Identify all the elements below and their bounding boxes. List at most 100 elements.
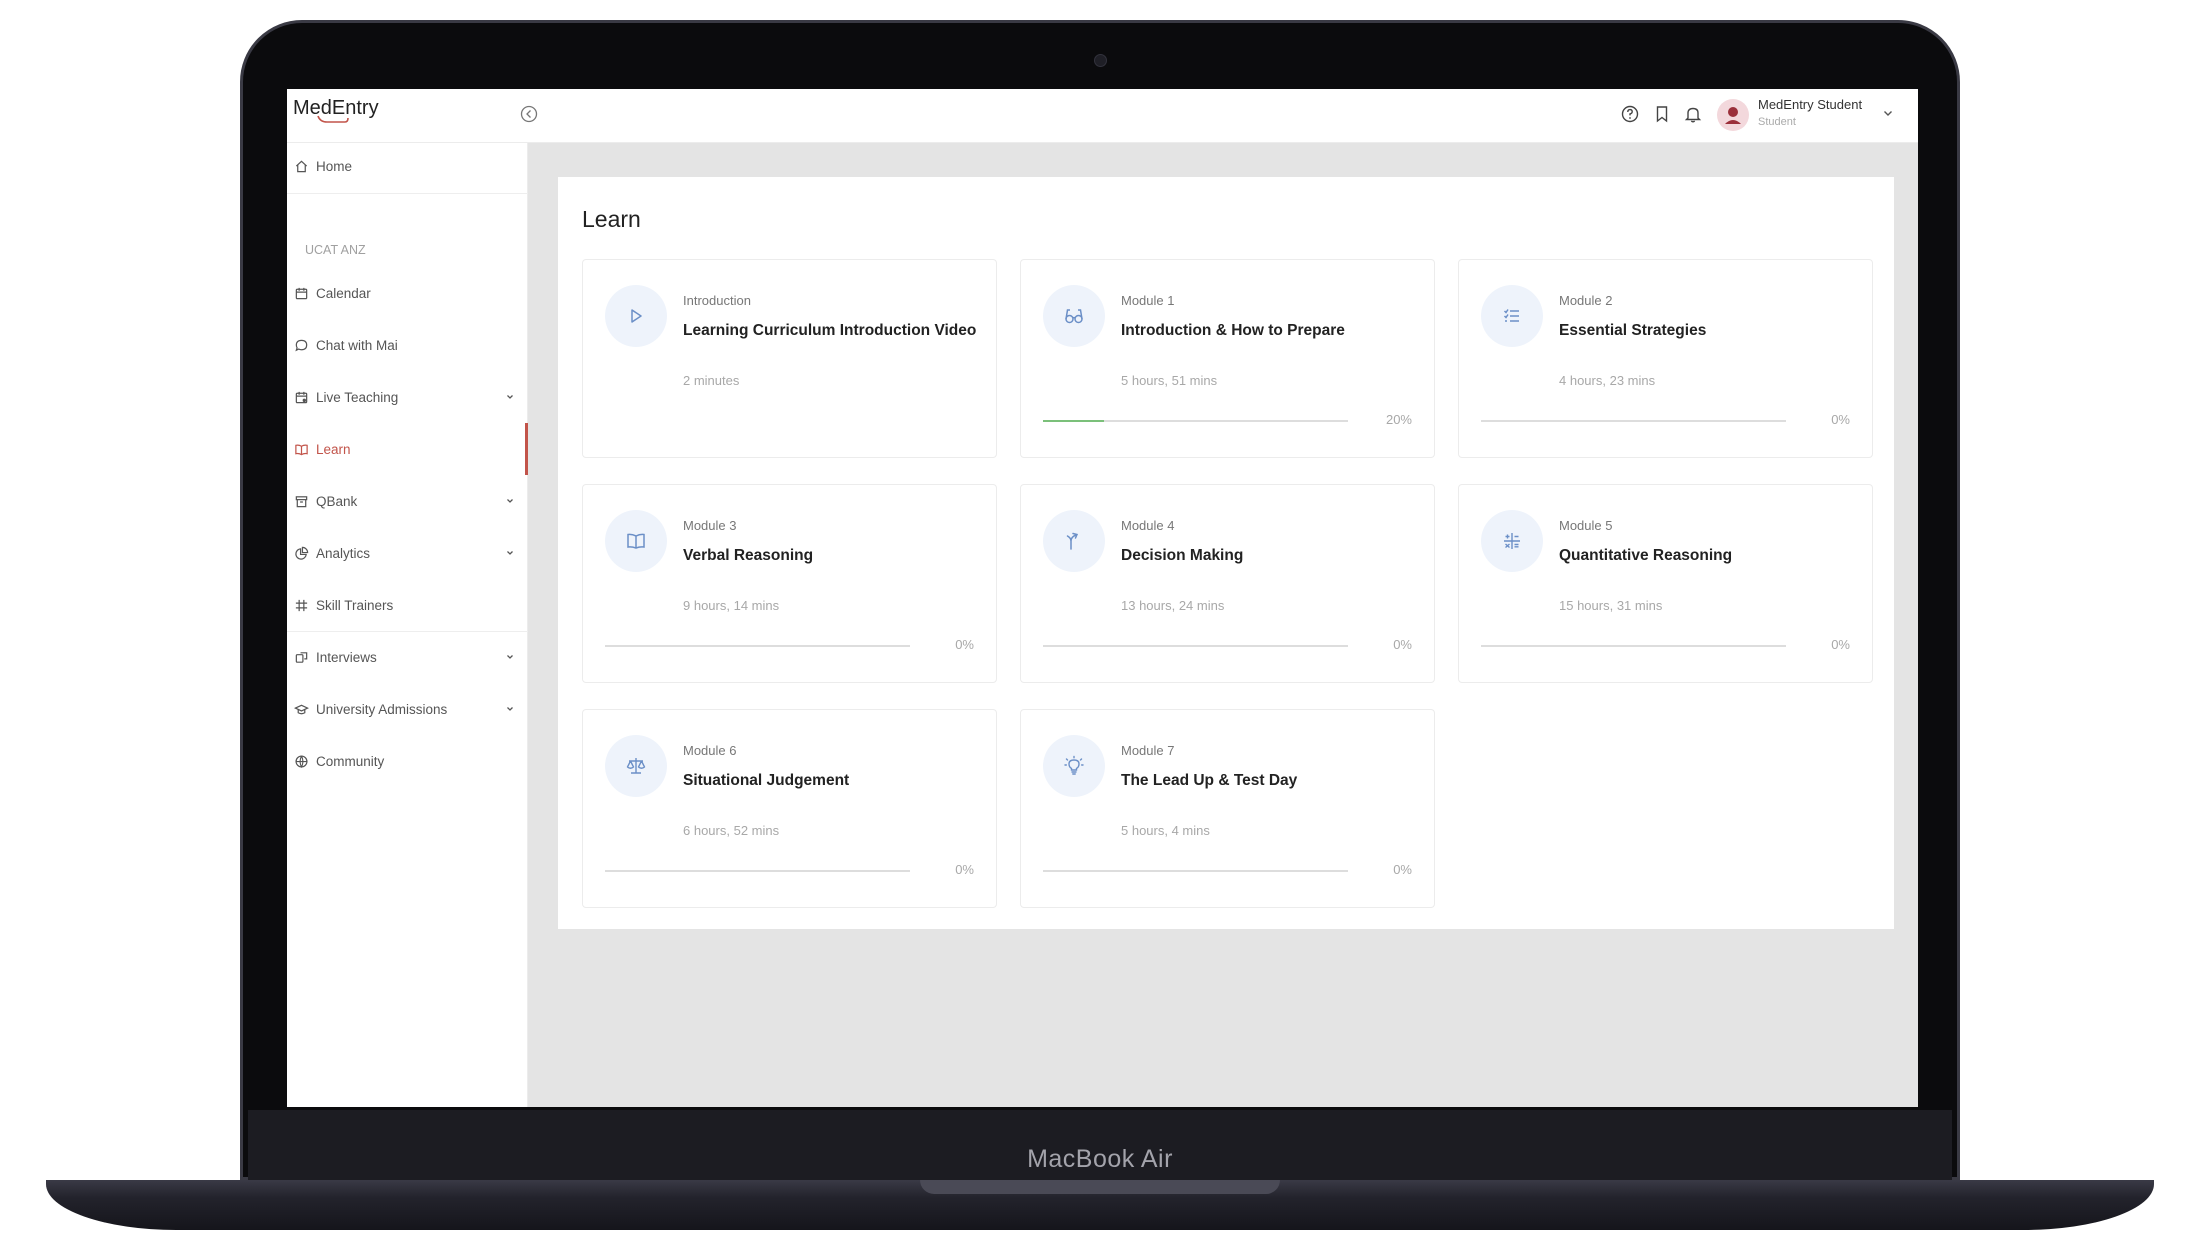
chevron-down-icon: [507, 655, 513, 659]
sidebar-item-university-admissions[interactable]: University Admissions: [287, 686, 528, 732]
bell-icon[interactable]: [1682, 103, 1704, 125]
module-icon-badge: [605, 510, 667, 572]
logo-swoosh-icon: [317, 115, 349, 123]
chat-icon: [295, 339, 308, 351]
chevron-down-icon: [507, 395, 513, 399]
progress-percent: 0%: [1393, 637, 1412, 652]
module-card-4[interactable]: Module 4 Decision Making 13 hours, 24 mi…: [1020, 484, 1435, 683]
chevron-down-icon: [507, 551, 513, 555]
module-card-introduction[interactable]: Introduction Learning Curriculum Introdu…: [582, 259, 997, 458]
collapse-sidebar-icon[interactable]: [518, 103, 540, 125]
sidebar: Home UCAT ANZ Calendar Chat with Mai Liv…: [287, 143, 528, 1107]
progress-percent: 0%: [1831, 412, 1850, 427]
module-card-5[interactable]: Module 5 Quantitative Reasoning 15 hours…: [1458, 484, 1873, 683]
module-title: The Lead Up & Test Day: [1121, 772, 1298, 789]
progress-fill: [1043, 420, 1104, 422]
module-icon-badge: [1481, 285, 1543, 347]
sidebar-item-label: Learn: [316, 441, 351, 457]
module-label: Module 4: [1121, 518, 1175, 533]
progress-bar: [1043, 645, 1348, 647]
home-icon: [295, 160, 308, 172]
sidebar-item-live-teaching[interactable]: Live Teaching: [287, 374, 528, 420]
sidebar-item-label: Live Teaching: [316, 389, 399, 405]
module-card-3[interactable]: Module 3 Verbal Reasoning 9 hours, 14 mi…: [582, 484, 997, 683]
sidebar-item-learn[interactable]: Learn: [287, 423, 528, 475]
module-duration: 13 hours, 24 mins: [1121, 598, 1225, 613]
play-icon: [631, 309, 642, 323]
sidebar-item-skill-trainers[interactable]: Skill Trainers: [287, 582, 528, 628]
graduation-cap-icon: [294, 704, 309, 714]
progress-percent: 0%: [1393, 862, 1412, 877]
sidebar-item-label: Analytics: [316, 545, 371, 561]
sidebar-item-home[interactable]: Home: [287, 143, 528, 189]
module-title: Introduction & How to Prepare: [1121, 322, 1345, 339]
sidebar-item-chat-with-mai[interactable]: Chat with Mai: [287, 322, 528, 368]
module-duration: 2 minutes: [683, 373, 740, 388]
calculator-icon: [1504, 533, 1520, 549]
top-bar: MedEntry MedEntry Student Student: [287, 89, 1918, 143]
sidebar-item-label: Chat with Mai: [316, 337, 398, 353]
progress-bar: [1481, 645, 1786, 647]
module-title: Decision Making: [1121, 547, 1244, 564]
sidebar-item-analytics[interactable]: Analytics: [287, 530, 528, 576]
sidebar-divider: [287, 631, 528, 632]
module-card-2[interactable]: Module 2 Essential Strategies 4 hours, 2…: [1458, 259, 1873, 458]
globe-icon: [295, 754, 308, 768]
chevron-down-icon: [507, 707, 513, 711]
bookmark-icon[interactable]: [1651, 103, 1673, 125]
progress-bar: [1043, 420, 1348, 422]
live-calendar-icon: [295, 391, 308, 403]
module-card-6[interactable]: Module 6 Situational Judgement 6 hours, …: [582, 709, 997, 908]
module-duration: 9 hours, 14 mins: [683, 598, 780, 613]
sidebar-item-qbank[interactable]: QBank: [287, 478, 528, 524]
module-duration: 5 hours, 4 mins: [1121, 823, 1210, 838]
progress-percent: 0%: [1831, 637, 1850, 652]
module-duration: 15 hours, 31 mins: [1559, 598, 1663, 613]
scales-icon: [626, 758, 646, 774]
module-card-1[interactable]: Module 1 Introduction & How to Prepare 5…: [1020, 259, 1435, 458]
learn-panel: Learn Introduction Learning Curriculum I…: [558, 177, 1894, 929]
module-label: Introduction: [683, 293, 751, 308]
help-circle-icon[interactable]: [1619, 103, 1641, 125]
book-open-icon: [295, 443, 308, 455]
module-duration: 5 hours, 51 mins: [1121, 373, 1218, 388]
module-label: Module 6: [683, 743, 737, 758]
module-title: Situational Judgement: [683, 772, 850, 789]
sidebar-item-label: Interviews: [316, 649, 377, 665]
module-duration: 6 hours, 52 mins: [683, 823, 780, 838]
laptop-brand-label: MacBook Air: [1027, 1145, 1173, 1173]
sidebar-item-label: Community: [316, 753, 385, 769]
avatar[interactable]: [1717, 99, 1749, 131]
sidebar-item-interviews[interactable]: Interviews: [287, 634, 528, 680]
page-title: Learn: [582, 206, 641, 232]
calendar-icon: [295, 287, 308, 299]
progress-percent: 20%: [1385, 412, 1412, 427]
laptop-hinge-notch: [920, 1180, 1280, 1194]
module-icon-badge: [1043, 285, 1105, 347]
lightbulb-icon: [1064, 755, 1084, 775]
sidebar-divider: [287, 193, 528, 194]
interview-icon: [295, 651, 308, 663]
chevron-down-icon[interactable]: [1880, 105, 1896, 121]
chevron-down-icon: [507, 499, 513, 503]
user-name[interactable]: MedEntry Student: [1758, 97, 1862, 112]
progress-bar: [1043, 870, 1348, 872]
progress-bar: [605, 645, 910, 647]
module-title: Learning Curriculum Introduction Video: [683, 322, 977, 339]
sidebar-item-calendar[interactable]: Calendar: [287, 270, 528, 316]
book-icon: [627, 533, 645, 549]
progress-bar: [1481, 420, 1786, 422]
module-label: Module 3: [683, 518, 737, 533]
sidebar-item-label: Skill Trainers: [316, 597, 394, 613]
sidebar-item-label: Home: [316, 158, 353, 174]
module-icon-badge: [605, 735, 667, 797]
user-avatar-icon: [1725, 107, 1741, 124]
pie-chart-icon: [295, 546, 309, 560]
progress-bar: [605, 870, 910, 872]
module-card-7[interactable]: Module 7 The Lead Up & Test Day 5 hours,…: [1020, 709, 1435, 908]
module-title: Quantitative Reasoning: [1559, 547, 1733, 564]
module-label: Module 5: [1559, 518, 1613, 533]
sidebar-item-community[interactable]: Community: [287, 738, 528, 784]
sidebar-section-label: UCAT ANZ: [305, 243, 366, 257]
module-label: Module 1: [1121, 293, 1175, 308]
